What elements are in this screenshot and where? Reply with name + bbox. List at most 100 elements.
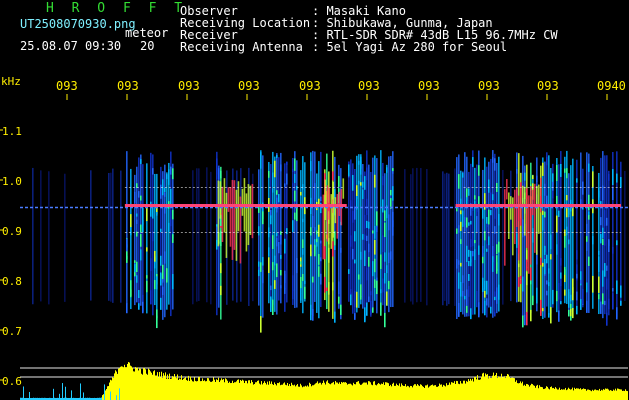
heatmap-cell — [616, 173, 618, 183]
heatmap-cell — [276, 190, 278, 195]
power-bar — [506, 376, 507, 400]
heatmap-cell — [164, 251, 166, 264]
heatmap-cell — [258, 266, 260, 270]
power-bar — [547, 386, 548, 400]
power-bar — [607, 388, 608, 400]
power-bar — [260, 384, 261, 400]
heatmap-cell — [320, 196, 322, 202]
heatmap-cell — [470, 220, 472, 225]
power-bar — [608, 389, 609, 400]
power-bar — [195, 380, 196, 400]
heatmap-cell — [544, 245, 546, 255]
heatmap-cell — [486, 280, 488, 295]
heatmap-cell — [498, 213, 500, 226]
heatmap-cell — [388, 214, 390, 231]
power-bar — [467, 381, 468, 400]
heatmap-cell — [380, 302, 382, 316]
heatmap-cell — [560, 258, 562, 266]
power-bar — [147, 374, 148, 400]
power-bar — [224, 382, 225, 400]
power-bar — [102, 395, 103, 400]
heatmap-cell — [464, 295, 466, 300]
heatmap-streak — [198, 168, 200, 302]
power-bar — [472, 378, 473, 400]
power-bar — [229, 381, 230, 400]
heatmap-cell — [604, 263, 606, 277]
heatmap-cell — [602, 238, 604, 246]
heatmap-cell — [544, 258, 546, 275]
heatmap-cell — [556, 165, 558, 181]
power-bar — [351, 384, 352, 400]
heatmap-streak — [386, 164, 388, 306]
heatmap-cell — [334, 231, 336, 246]
power-bar — [216, 379, 217, 400]
heatmap-cell — [294, 158, 296, 171]
power-bar — [338, 383, 339, 400]
power-bar — [188, 375, 189, 400]
power-bar — [254, 384, 255, 400]
power-spike — [53, 388, 54, 400]
heatmap-cell — [556, 195, 558, 204]
echo-core — [522, 185, 524, 206]
power-bar — [253, 384, 254, 400]
power-bar — [355, 384, 356, 400]
heatmap-cell — [368, 296, 370, 303]
heatmap-cell — [372, 261, 374, 277]
heatmap-cell — [486, 298, 488, 306]
heatmap-cell — [582, 288, 584, 305]
heatmap-cell — [292, 168, 294, 173]
heatmap-cell — [360, 284, 362, 297]
power-bar — [317, 381, 318, 400]
heatmap-cell — [576, 273, 578, 279]
heatmap-cell — [302, 249, 304, 255]
heatmap-cell — [136, 261, 138, 273]
heatmap-cell — [476, 216, 478, 233]
power-bar — [280, 385, 281, 400]
power-bar — [193, 381, 194, 400]
heatmap-cell — [150, 258, 152, 272]
power-bar — [500, 377, 501, 400]
power-bar — [112, 376, 113, 400]
power-bar — [161, 371, 162, 400]
power-bar — [480, 379, 481, 400]
power-bar — [555, 387, 556, 400]
heatmap-cell — [530, 280, 532, 285]
heatmap-cell — [358, 274, 360, 280]
power-bar — [325, 384, 326, 400]
heatmap-cell — [494, 291, 496, 297]
power-bar — [493, 372, 494, 400]
heatmap-cell — [470, 308, 472, 320]
heatmap-cell — [576, 291, 578, 301]
power-bar — [468, 379, 469, 400]
power-bar — [426, 385, 427, 400]
power-bar — [461, 383, 462, 400]
power-bar — [570, 389, 571, 400]
heatmap-cell — [602, 293, 604, 305]
power-bar — [415, 384, 416, 400]
heatmap-cell — [164, 187, 166, 192]
power-bar — [535, 387, 536, 400]
heatmap-cell — [498, 241, 500, 253]
power-bar — [557, 389, 558, 400]
power-bar — [270, 383, 271, 400]
power-bar — [396, 383, 397, 400]
power-bar — [389, 385, 390, 400]
heatmap-cell — [604, 210, 606, 227]
heatmap-cell — [146, 275, 148, 279]
heatmap-cell — [156, 211, 158, 216]
power-bar — [245, 380, 246, 400]
power-bar — [344, 382, 345, 400]
heatmap-cell — [302, 239, 304, 249]
power-bar — [431, 385, 432, 400]
heatmap-cell — [580, 299, 582, 310]
power-bar — [511, 377, 512, 400]
heatmap-cell — [530, 309, 532, 322]
heatmap-cell — [328, 247, 330, 263]
power-bar — [395, 385, 396, 400]
heatmap-cell — [568, 292, 570, 308]
heatmap-cell — [152, 168, 154, 175]
power-bar — [590, 390, 591, 400]
heatmap-cell — [550, 234, 552, 250]
heatmap-cell — [142, 207, 144, 225]
heatmap-cell — [606, 265, 608, 271]
